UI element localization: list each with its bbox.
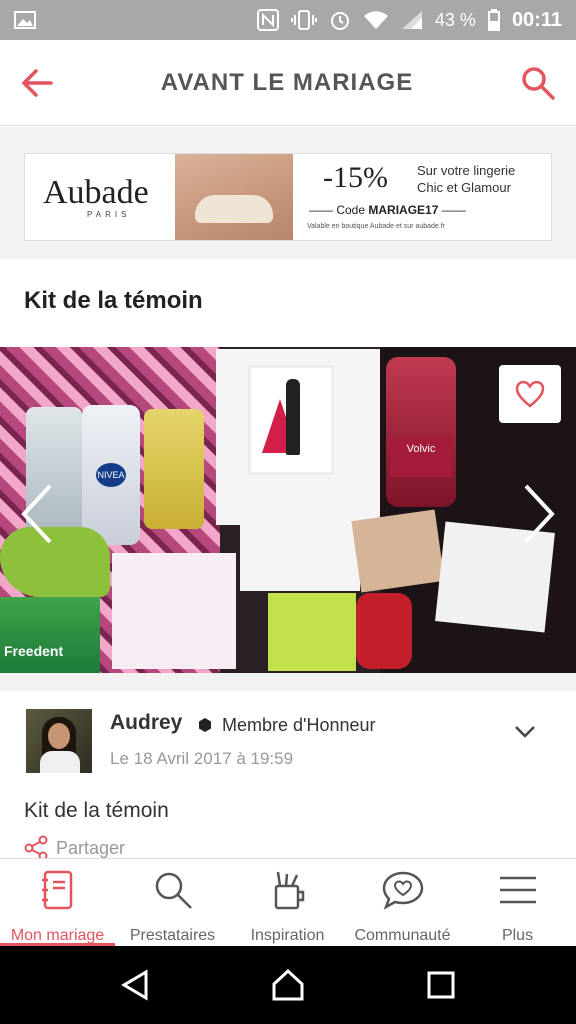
chevron-down-icon[interactable] — [514, 725, 536, 739]
brushes-icon — [274, 871, 304, 910]
post-date: Le 18 Avril 2017 à 19:59 — [110, 749, 294, 768]
author-rank: Membre d'Honneur — [222, 715, 376, 735]
wifi-icon — [363, 11, 388, 29]
back-triangle-icon[interactable] — [120, 969, 150, 1001]
ad-code-prefix: Code — [336, 203, 366, 217]
author-name[interactable]: Audrey — [110, 711, 182, 735]
ad-promo: -15% Sur votre lingerie Chic et Glamour … — [293, 154, 551, 240]
search-icon — [155, 872, 192, 909]
nfc-icon — [256, 9, 279, 31]
ad-line2: Chic et Glamour — [417, 180, 511, 195]
signal-icon — [401, 11, 422, 29]
author-area: Audrey Membre d'Honneur Le 18 Avril 2017… — [0, 691, 576, 861]
ad-banner[interactable]: Aubade PARIS -15% Sur votre lingerie Chi… — [24, 153, 552, 241]
gum-label: Freedent — [0, 597, 100, 673]
ad-discount: -15% — [323, 161, 388, 194]
vibrate-icon — [290, 10, 317, 30]
tab-label: Communauté — [354, 927, 451, 944]
clock: 00:11 — [511, 8, 562, 31]
ad-fine-print: Valable en boutique Aubade et sur aubade… — [307, 223, 446, 230]
tab-plus[interactable]: Plus — [460, 859, 575, 947]
chat-heart-icon — [382, 871, 423, 910]
ad-area: Aubade PARIS -15% Sur votre lingerie Chi… — [0, 127, 576, 259]
avatar[interactable] — [26, 709, 92, 773]
tab-inspiration[interactable]: Inspiration — [230, 859, 345, 947]
post-title-area: Kit de la témoin — [0, 259, 576, 347]
bottle-label: Volvic — [390, 437, 452, 477]
tab-communaute[interactable]: Communauté — [345, 859, 460, 947]
back-arrow-icon[interactable] — [20, 68, 54, 98]
tab-bar: Mon mariage Prestataires Inspiration Com… — [0, 858, 576, 947]
search-icon[interactable] — [520, 65, 556, 101]
page-title: AVANT LE MARIAGE — [160, 68, 414, 96]
post-title: Kit de la témoin — [24, 287, 203, 314]
recent-apps-icon[interactable] — [426, 970, 456, 1000]
battery-icon — [487, 9, 500, 31]
post-body: Kit de la témoin — [24, 799, 169, 822]
menu-icon — [499, 876, 536, 904]
battery-percent: 43 % — [434, 9, 476, 30]
heart-icon — [515, 380, 545, 408]
nivea-label: NIVEA — [96, 463, 126, 487]
ad-photo — [175, 154, 293, 240]
post-photo[interactable]: NIVEA Volvic Freedent — [0, 347, 576, 673]
tab-mon-mariage[interactable]: Mon mariage — [0, 859, 115, 947]
next-image-button[interactable] — [514, 478, 562, 550]
share-label: Partager — [56, 837, 126, 858]
tab-label: Prestataires — [129, 927, 216, 944]
favorite-button[interactable] — [499, 365, 561, 423]
ad-brand: Aubade PARIS — [25, 173, 175, 219]
tab-prestataires[interactable]: Prestataires — [115, 859, 230, 947]
previous-image-button[interactable] — [14, 478, 62, 550]
divider — [0, 673, 576, 691]
ad-brand-name: Aubade — [43, 173, 149, 211]
ad-code-value: MARIAGE17 — [368, 203, 439, 217]
alarm-icon — [330, 12, 349, 30]
tab-label: Plus — [501, 927, 534, 944]
status-bar: 43 % 00:11 — [0, 0, 576, 40]
ad-brand-sub: PARIS — [87, 209, 131, 219]
ad-line1: Sur votre lingerie — [417, 163, 516, 178]
chevron-left-icon — [21, 484, 52, 544]
gallery-icon — [14, 11, 36, 29]
home-icon[interactable] — [270, 968, 306, 1002]
system-navigation-bar — [0, 946, 576, 1024]
chevron-right-icon — [524, 484, 555, 544]
app-header: AVANT LE MARIAGE — [0, 40, 576, 126]
tab-label: Mon mariage — [10, 927, 105, 944]
tab-label: Inspiration — [250, 927, 325, 944]
ad-code: —— Code MARIAGE17 —— — [309, 203, 466, 217]
rank-badge-icon — [199, 718, 211, 732]
invitation-card — [216, 349, 380, 525]
notebook-icon — [41, 870, 72, 910]
